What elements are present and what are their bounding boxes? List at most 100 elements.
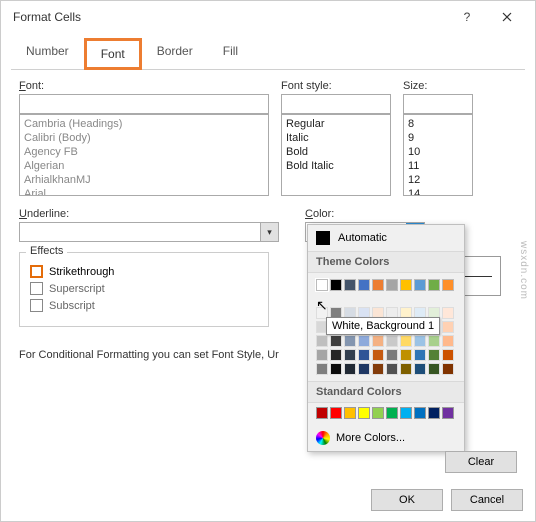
color-swatch[interactable] (386, 335, 398, 347)
color-swatch[interactable] (344, 335, 356, 347)
color-swatch[interactable] (330, 349, 342, 361)
list-item[interactable]: Algerian (24, 159, 264, 173)
color-swatch[interactable] (442, 407, 454, 419)
underline-combo[interactable]: ▾ (19, 222, 279, 242)
color-swatch[interactable] (428, 407, 440, 419)
list-item[interactable]: Regular (286, 117, 386, 131)
tab-border[interactable]: Border (142, 37, 208, 69)
color-swatch[interactable] (414, 349, 426, 361)
list-item[interactable]: Italic (286, 131, 386, 145)
color-swatch[interactable] (316, 349, 328, 361)
color-swatch[interactable] (442, 363, 454, 375)
font-style-label: Font style: (281, 80, 391, 92)
color-swatch[interactable] (358, 349, 370, 361)
list-item[interactable]: Agency FB (24, 145, 264, 159)
font-list[interactable]: Cambria (Headings) Calibri (Body) Agency… (19, 114, 269, 196)
cancel-button[interactable]: Cancel (451, 489, 523, 511)
color-swatch[interactable] (442, 335, 454, 347)
color-swatch[interactable] (344, 349, 356, 361)
size-input[interactable] (403, 94, 473, 114)
color-swatch[interactable] (400, 363, 412, 375)
list-item[interactable]: 10 (408, 145, 468, 159)
color-swatch[interactable] (330, 363, 342, 375)
help-button[interactable]: ? (447, 3, 487, 31)
color-swatch[interactable] (386, 407, 398, 419)
effects-legend: Effects (26, 245, 67, 257)
more-colors-option[interactable]: More Colors... (308, 425, 464, 451)
titlebar: Format Cells ? (1, 1, 535, 33)
size-list[interactable]: 8 9 10 11 12 14 (403, 114, 473, 196)
color-swatch[interactable] (358, 363, 370, 375)
color-swatch[interactable] (386, 349, 398, 361)
close-icon (502, 12, 512, 22)
color-swatch[interactable] (400, 279, 412, 291)
color-swatch[interactable] (358, 335, 370, 347)
superscript-checkbox[interactable]: Superscript (30, 282, 258, 295)
color-swatch[interactable] (330, 279, 342, 291)
subscript-checkbox[interactable]: Subscript (30, 299, 258, 312)
list-item[interactable]: 12 (408, 173, 468, 187)
color-swatch[interactable] (414, 279, 426, 291)
tab-font[interactable]: Font (84, 38, 142, 70)
list-item[interactable]: ArhialkhanMJ (24, 173, 264, 187)
color-swatch[interactable] (428, 335, 440, 347)
color-swatch[interactable] (372, 407, 384, 419)
color-swatch[interactable] (428, 349, 440, 361)
list-item[interactable]: 8 (408, 117, 468, 131)
color-swatch[interactable] (400, 335, 412, 347)
ok-button[interactable]: OK (371, 489, 443, 511)
color-swatch[interactable] (316, 407, 328, 419)
color-swatch[interactable] (316, 279, 328, 291)
color-swatch[interactable] (414, 363, 426, 375)
color-swatch[interactable] (372, 349, 384, 361)
color-swatch[interactable] (386, 279, 398, 291)
list-item[interactable]: Bold Italic (286, 159, 386, 173)
effects-group: Effects Strikethrough Superscript Subscr… (19, 252, 269, 327)
color-picker-popup: Automatic Theme Colors Standard Colors M… (307, 224, 465, 452)
list-item[interactable]: Arial (24, 187, 264, 196)
color-swatch[interactable] (316, 335, 328, 347)
color-swatch[interactable] (344, 363, 356, 375)
color-swatch[interactable] (386, 363, 398, 375)
color-swatch[interactable] (372, 279, 384, 291)
color-swatch[interactable] (400, 349, 412, 361)
chevron-down-icon[interactable]: ▾ (260, 223, 278, 241)
color-swatch[interactable] (344, 407, 356, 419)
list-item[interactable]: Cambria (Headings) (24, 117, 264, 131)
color-swatch[interactable] (372, 363, 384, 375)
font-style-input[interactable] (281, 94, 391, 114)
color-swatch[interactable] (344, 279, 356, 291)
color-swatch[interactable] (442, 307, 454, 319)
list-item[interactable]: 14 (408, 187, 468, 196)
tab-number[interactable]: Number (11, 37, 84, 69)
color-swatch[interactable] (428, 279, 440, 291)
color-swatch[interactable] (400, 407, 412, 419)
dialog-footer: OK Cancel (371, 489, 523, 511)
color-swatch[interactable] (358, 407, 370, 419)
font-style-list[interactable]: Regular Italic Bold Bold Italic (281, 114, 391, 196)
clear-button[interactable]: Clear (445, 451, 517, 473)
checkbox-icon (30, 282, 43, 295)
color-swatch[interactable] (428, 363, 440, 375)
strikethrough-checkbox[interactable]: Strikethrough (30, 265, 258, 278)
list-item[interactable]: 11 (408, 159, 468, 173)
color-swatch[interactable] (442, 349, 454, 361)
color-swatch[interactable] (358, 279, 370, 291)
color-swatch[interactable] (442, 321, 454, 333)
tab-fill[interactable]: Fill (208, 37, 253, 69)
color-swatch[interactable] (414, 407, 426, 419)
tab-strip: Number Font Border Fill (11, 37, 525, 70)
color-swatch[interactable] (330, 335, 342, 347)
color-swatch[interactable] (316, 363, 328, 375)
color-swatch[interactable] (372, 335, 384, 347)
list-item[interactable]: Bold (286, 145, 386, 159)
automatic-option[interactable]: Automatic (308, 225, 464, 251)
color-swatch[interactable] (442, 279, 454, 291)
color-swatch[interactable] (414, 335, 426, 347)
font-input[interactable] (19, 94, 269, 114)
list-item[interactable]: 9 (408, 131, 468, 145)
close-button[interactable] (487, 3, 527, 31)
color-swatch (316, 231, 330, 245)
list-item[interactable]: Calibri (Body) (24, 131, 264, 145)
color-swatch[interactable] (330, 407, 342, 419)
